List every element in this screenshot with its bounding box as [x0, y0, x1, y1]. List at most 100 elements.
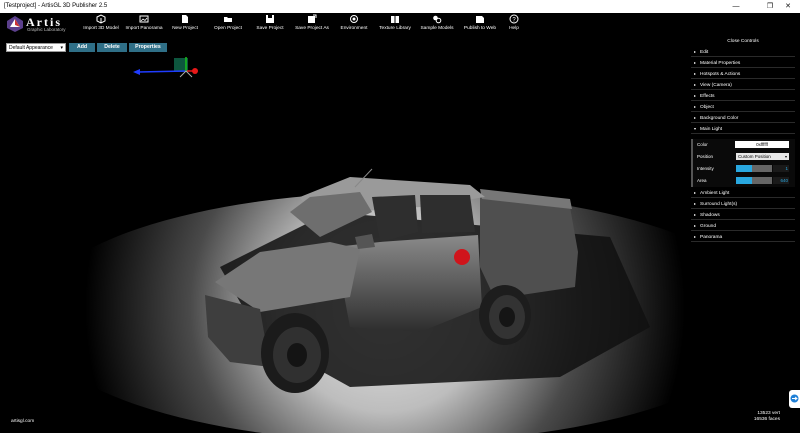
section-label: Panorama	[700, 235, 723, 240]
appearance-select-value: Default Appearance	[9, 45, 53, 51]
new-project-label: New Project	[172, 26, 198, 31]
section-label: Ground	[700, 224, 716, 229]
section-edit[interactable]: ▸ Edit	[691, 46, 795, 57]
intensity-label: Intensity	[697, 166, 714, 171]
section-label: Ambient Light	[700, 191, 730, 196]
publish-icon	[476, 16, 484, 23]
section-label: Object	[700, 105, 714, 110]
publish-to-web-label: Publish to Web	[463, 26, 497, 31]
add-appearance-button[interactable]: Add	[69, 43, 95, 52]
new-file-icon	[182, 15, 188, 23]
help-label: Help	[509, 26, 519, 31]
scene-render	[30, 57, 770, 433]
help-button[interactable]: ? Help	[506, 14, 522, 36]
logo-mark-icon	[7, 16, 23, 32]
logo-subtitle: Graphic Laboratory	[27, 27, 66, 32]
position-select-value: Custom Position	[738, 154, 771, 159]
save-project-as-button[interactable]: Save Project As	[292, 14, 332, 36]
import-panorama-button[interactable]: Import Panorama	[123, 14, 165, 36]
axis-gizmo[interactable]	[133, 57, 198, 78]
section-panorama[interactable]: ▸ Panorama	[691, 231, 795, 242]
delete-appearance-button[interactable]: Delete	[97, 43, 127, 52]
texture-library-button[interactable]: Texture Library	[377, 14, 413, 36]
position-label: Position	[697, 154, 714, 159]
section-shadows[interactable]: ▸ Shadows	[691, 209, 795, 220]
close-controls-button[interactable]: Close Controls	[691, 38, 795, 46]
save-as-icon	[308, 14, 317, 23]
sample-models-button[interactable]: Sample Models	[419, 14, 455, 36]
close-window-button[interactable]: ✕	[776, 0, 800, 13]
main-light-color-row: Color 0xffffff	[695, 139, 795, 150]
main-light-controls: Color 0xffffff Position Custom Position …	[691, 139, 795, 187]
section-label: Material Properties	[700, 61, 741, 66]
face-count: 16536 faces	[753, 417, 780, 422]
position-select[interactable]: Custom Position ▾	[736, 153, 789, 160]
side-tab[interactable]	[789, 390, 800, 408]
chevron-down-icon: ▾	[784, 154, 787, 159]
section-effects[interactable]: ▸ Effects	[691, 90, 795, 101]
section-label: Effects	[700, 94, 715, 99]
chevron-down-icon: ▾	[60, 45, 63, 51]
section-surround-lights[interactable]: ▸ Surround Light(s)	[691, 198, 795, 209]
save-project-button[interactable]: Save Project	[254, 14, 286, 36]
environment-button[interactable]: Environment	[338, 14, 370, 36]
intensity-slider-fill	[736, 165, 753, 172]
color-picker[interactable]: 0xffffff	[735, 141, 789, 148]
section-ambient-light[interactable]: ▸ Ambient Light	[691, 187, 795, 198]
minimize-button[interactable]: —	[724, 0, 748, 13]
intensity-slider[interactable]	[736, 165, 772, 172]
appearance-select[interactable]: Default Appearance ▾	[6, 43, 66, 52]
section-view-camera[interactable]: ▸ View (Camera)	[691, 79, 795, 90]
window-titlebar: [Testproject] - ArtisGL 3D Publisher 2.5…	[0, 0, 800, 13]
help-icon: ?	[509, 14, 519, 24]
area-value[interactable]: 640	[773, 177, 789, 184]
models-icon	[433, 15, 442, 24]
section-main-light[interactable]: ▾ Main Light	[691, 123, 795, 134]
save-icon	[266, 15, 274, 23]
area-slider[interactable]	[736, 177, 772, 184]
new-project-button[interactable]: New Project	[170, 14, 200, 36]
open-project-label: Open Project	[214, 26, 242, 31]
main-light-intensity-row: Intensity 1	[695, 163, 795, 174]
section-material-properties[interactable]: ▸ Material Properties	[691, 57, 795, 68]
import-3d-model-label: Import 3D Model	[83, 26, 119, 31]
import-panorama-label: Import Panorama	[125, 26, 163, 31]
section-label: Surround Light(s)	[700, 202, 738, 207]
site-link[interactable]: artisgl.com	[11, 419, 34, 424]
import-model-icon	[96, 14, 106, 24]
section-background-color[interactable]: ▸ Background Color	[691, 112, 795, 123]
texture-library-label: Texture Library	[379, 26, 411, 31]
open-project-button[interactable]: Open Project	[212, 14, 244, 36]
save-project-label: Save Project	[256, 26, 284, 31]
library-icon	[391, 16, 399, 23]
sample-models-label: Sample Models	[420, 26, 454, 31]
window-title: [Testproject] - ArtisGL 3D Publisher 2.5	[4, 3, 108, 9]
main-light-position-row: Position Custom Position ▾	[695, 151, 795, 162]
environment-label: Environment	[340, 26, 368, 31]
section-label: Hotspots & Actions	[700, 72, 741, 77]
image-icon	[139, 15, 149, 23]
import-3d-model-button[interactable]: Import 3D Model	[82, 14, 120, 36]
3d-viewport[interactable]	[0, 37, 800, 433]
section-label: Edit	[700, 50, 709, 55]
section-label: View (Camera)	[700, 83, 732, 88]
appearance-properties-button[interactable]: Properties	[129, 43, 167, 52]
section-label: Main Light	[700, 127, 723, 132]
section-object[interactable]: ▸ Object	[691, 101, 795, 112]
area-slider-fill	[736, 177, 753, 184]
area-label: Area	[697, 178, 707, 183]
section-hotspots-actions[interactable]: ▸ Hotspots & Actions	[691, 68, 795, 79]
main-toolbar: Artis Graphic Laboratory Import 3D Model…	[0, 13, 800, 37]
color-label: Color	[697, 142, 708, 147]
section-label: Shadows	[700, 213, 720, 218]
environment-icon	[350, 15, 358, 23]
hotspot-marker[interactable]	[454, 249, 470, 265]
section-label: Background Color	[700, 116, 739, 121]
publish-to-web-button[interactable]: Publish to Web	[461, 14, 499, 36]
main-light-area-row: Area 640	[695, 175, 795, 186]
artis-logo: Artis Graphic Laboratory	[6, 15, 76, 35]
section-ground[interactable]: ▸ Ground	[691, 220, 795, 231]
intensity-value[interactable]: 1	[773, 165, 789, 172]
remote-support-icon	[790, 394, 799, 403]
model-stats: 13523 vert 16536 faces	[752, 411, 780, 423]
